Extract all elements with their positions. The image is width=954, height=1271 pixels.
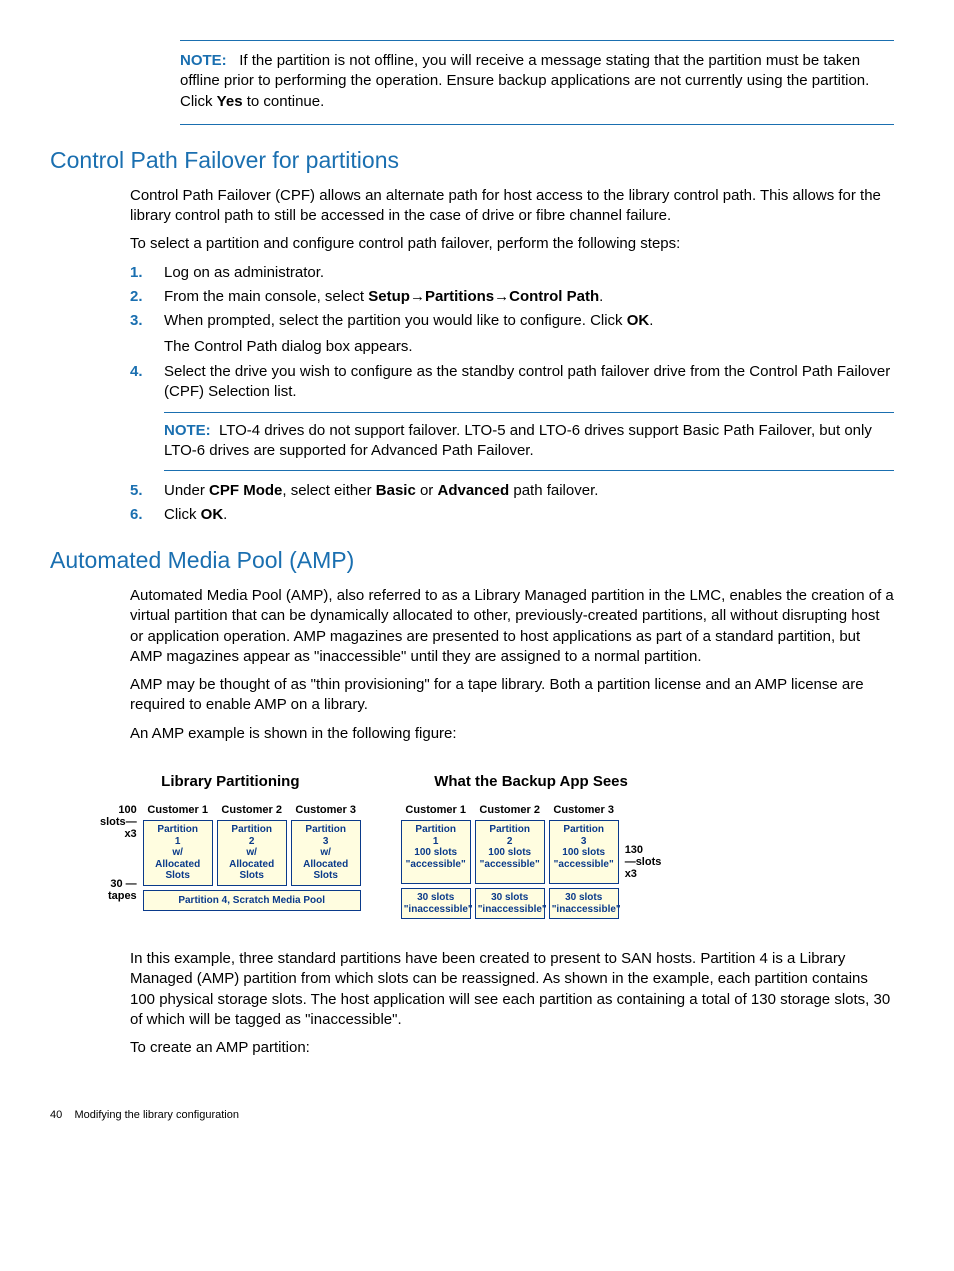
section2-body: Automated Media Pool (AMP), also referre… xyxy=(130,586,894,744)
footer-title: Modifying the library configuration xyxy=(74,1109,238,1121)
step-3: 3. When prompted, select the partition y… xyxy=(130,311,894,358)
heading-amp: Automated Media Pool (AMP) xyxy=(50,545,894,576)
partition-cell: Partition1w/AllocatedSlots xyxy=(143,820,213,886)
note-text-b: to continue. xyxy=(243,93,325,110)
partition-4-cell: Partition 4, Scratch Media Pool xyxy=(143,890,361,912)
figure-right: What the Backup App Sees Customer 1 Cust… xyxy=(401,772,662,919)
p-amp-example-desc: In this example, three standard partitio… xyxy=(130,949,894,1030)
note-partition-offline: NOTE: If the partition is not offline, y… xyxy=(180,40,894,125)
cust-label: Customer 3 xyxy=(551,804,617,816)
partition-cell: Partition3100 slots"accessible" xyxy=(549,820,619,884)
p-amp-thin: AMP may be thought of as "thin provision… xyxy=(130,675,894,716)
note-lto-support: NOTE: LTO-4 drives do not support failov… xyxy=(164,412,894,471)
partition-cell: Partition3w/AllocatedSlots xyxy=(291,820,361,886)
amp-figure: Library Partitioning 100slots—x3 30 —tap… xyxy=(100,772,894,919)
p-amp-intro: Automated Media Pool (AMP), also referre… xyxy=(130,586,894,667)
page-footer: 40 Modifying the library configuration xyxy=(50,1108,894,1123)
step-6: 6. Click OK. xyxy=(130,505,894,525)
step-3-sub: The Control Path dialog box appears. xyxy=(164,337,894,357)
cust-label: Customer 2 xyxy=(477,804,543,816)
step-4: 4. Select the drive you wish to configur… xyxy=(130,362,894,471)
cust-label: Customer 1 xyxy=(145,804,211,816)
fig-left-title: Library Partitioning xyxy=(100,772,361,792)
section1-body: Control Path Failover (CPF) allows an al… xyxy=(130,186,894,255)
step-5: 5. Under CPF Mode, select either Basic o… xyxy=(130,481,894,501)
partition-cell: Partition2w/AllocatedSlots xyxy=(217,820,287,886)
cust-label: Customer 2 xyxy=(219,804,285,816)
cust-label: Customer 1 xyxy=(403,804,469,816)
cust-label: Customer 3 xyxy=(293,804,359,816)
p-cpf-steps-intro: To select a partition and configure cont… xyxy=(130,234,894,254)
slot-cell: 30 slots"inaccessible" xyxy=(549,888,619,919)
p-amp-create: To create an AMP partition: xyxy=(130,1038,894,1058)
heading-cpf: Control Path Failover for partitions xyxy=(50,145,894,176)
page-number: 40 xyxy=(50,1109,62,1121)
slot-cell: 30 slots"inaccessible" xyxy=(401,888,471,919)
slot-cell: 30 slots"inaccessible" xyxy=(475,888,545,919)
p-cpf-intro: Control Path Failover (CPF) allows an al… xyxy=(130,186,894,227)
section2-body-after: In this example, three standard partitio… xyxy=(130,949,894,1058)
step-2: 2. From the main console, select Setup→P… xyxy=(130,287,894,307)
partition-cell: Partition1100 slots"accessible" xyxy=(401,820,471,884)
cpf-steps: 1.Log on as administrator. 2. From the m… xyxy=(130,263,894,526)
right-slots-label: 130—slotsx3 xyxy=(625,844,662,880)
yes-text: Yes xyxy=(217,93,243,110)
fig-right-title: What the Backup App Sees xyxy=(401,772,662,792)
figure-left: Library Partitioning 100slots—x3 30 —tap… xyxy=(100,772,361,919)
note-label: NOTE: xyxy=(180,52,227,69)
partition-cell: Partition2100 slots"accessible" xyxy=(475,820,545,884)
step-1: 1.Log on as administrator. xyxy=(130,263,894,283)
p-amp-example-intro: An AMP example is shown in the following… xyxy=(130,724,894,744)
